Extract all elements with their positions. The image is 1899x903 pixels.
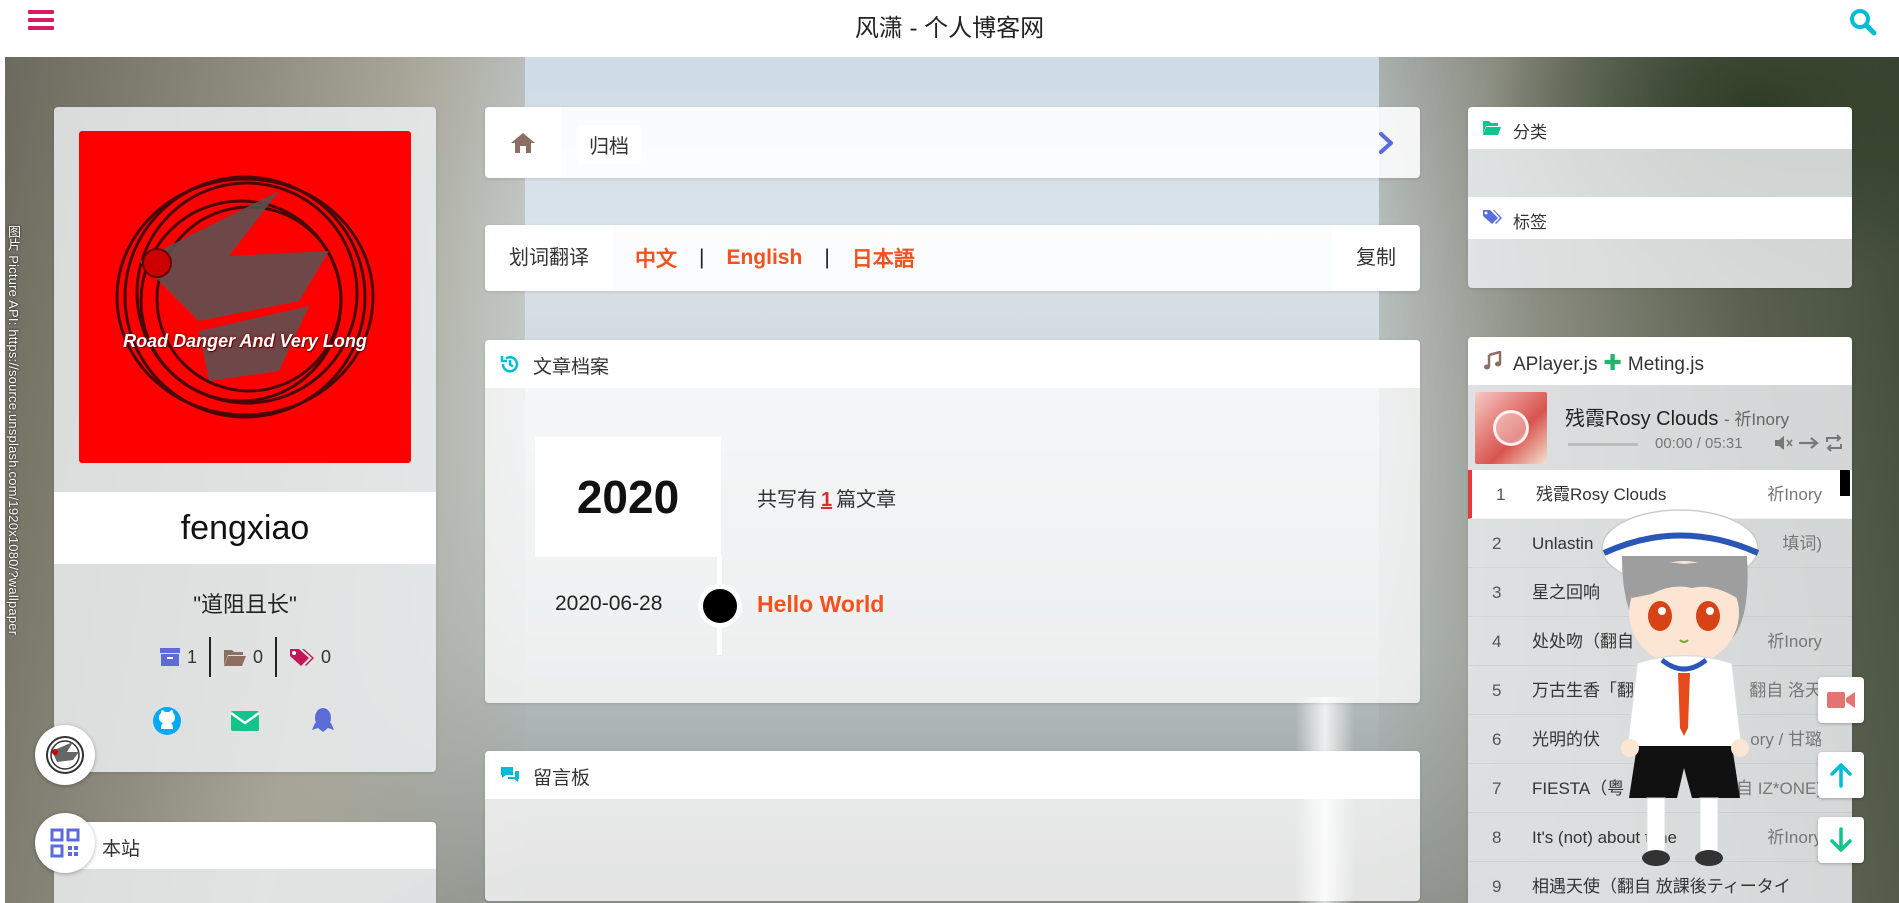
archive-year: 2020 (535, 437, 721, 557)
tags-header[interactable]: 标签 (1468, 197, 1852, 239)
tags-title: 标签 (1513, 213, 1547, 232)
site-title: 风潇 - 个人博客网 (854, 15, 1045, 42)
playlist-item-index: 6 (1492, 730, 1502, 749)
breadcrumb: 归档 (485, 107, 1420, 178)
categories-stat[interactable]: 0 (208, 637, 275, 677)
playlist-item-index: 9 (1492, 877, 1502, 896)
avatar: Road Danger And Very Long (79, 131, 411, 463)
now-playing-title: 残霞Rosy Clouds - 祈Inory (1565, 408, 1790, 430)
email-icon[interactable] (229, 705, 261, 737)
now-playing: 残霞Rosy Clouds - 祈Inory 00:00 / 05:31 (1473, 389, 1852, 466)
categories-header[interactable]: 分类 (1468, 107, 1852, 149)
profile-card: Road Danger And Very Long fengxiao "道阻且长… (54, 107, 436, 772)
categories-title: 分类 (1513, 123, 1547, 142)
site-info-panel: 本站 (54, 822, 436, 903)
qq-icon[interactable] (307, 705, 339, 737)
timeline-dot (698, 584, 742, 628)
scroll-bottom-button[interactable] (1818, 817, 1864, 863)
loop-icon[interactable] (1823, 434, 1845, 452)
post-count: 1 (821, 489, 833, 511)
guestbook-title: 留言板 (533, 768, 591, 789)
lang-japanese[interactable]: 日本語 (852, 243, 915, 273)
video-camera-icon (1827, 692, 1855, 708)
profile-motto: "道阻且长" (193, 592, 297, 617)
tags-icon (290, 649, 314, 666)
translate-label: 划词翻译 (485, 225, 613, 291)
arrow-up-icon (1830, 763, 1852, 788)
folder-open-icon (1483, 121, 1501, 135)
playlist-item-index: 2 (1492, 534, 1502, 553)
qrcode-icon (50, 828, 80, 858)
play-time: 00:00 / 05:31 (1655, 435, 1743, 452)
playlist-item-name: 光明的伏 (1532, 730, 1600, 749)
guestbook-panel: 留言板 (485, 751, 1420, 901)
home-button[interactable] (485, 107, 561, 178)
playlist-item-name: 星之回响 (1532, 583, 1600, 602)
chevron-right-icon[interactable] (1374, 129, 1398, 157)
playlist-item-index: 5 (1492, 681, 1502, 700)
aplayer-label: APlayer.js (1513, 354, 1598, 375)
order-icon[interactable] (1798, 434, 1820, 452)
mascot-character[interactable] (1592, 498, 1782, 873)
play-icon[interactable] (1493, 410, 1529, 446)
qrcode-button[interactable] (35, 813, 95, 873)
archive-year-summary: 共写有 1 篇文章 (757, 489, 897, 511)
site-info-title: 本站 (102, 839, 141, 860)
video-button[interactable] (1818, 677, 1864, 723)
now-playing-artist: - 祈Inory (1723, 410, 1790, 429)
post-title-link[interactable]: Hello World (757, 591, 884, 618)
comments-icon (501, 767, 519, 782)
playlist-item-name: Unlastin (1532, 534, 1594, 553)
folder-open-icon (223, 650, 246, 666)
post-date: 2020-06-28 (555, 592, 663, 615)
scroll-top-button[interactable] (1818, 752, 1864, 798)
avatar-logo-icon (115, 175, 375, 419)
archives-count: 1 (186, 646, 197, 667)
breadcrumb-current: 归档 (577, 125, 641, 164)
profile-stats: 1 0 0 (54, 637, 436, 677)
volume-icon[interactable] (1773, 434, 1795, 452)
github-icon[interactable] (151, 705, 183, 737)
arrow-down-icon (1830, 827, 1852, 852)
playlist-scrollbar[interactable] (1840, 470, 1850, 496)
meting-label: Meting.js (1627, 354, 1704, 375)
search-icon[interactable] (1849, 8, 1877, 36)
album-cover (1475, 392, 1547, 464)
playlist-item-index: 8 (1492, 828, 1502, 847)
picture-credit: 图片 Picture API: https://source.unsplash.… (6, 225, 21, 636)
archives-stat[interactable]: 1 (147, 637, 209, 677)
music-note-icon (1484, 351, 1502, 370)
home-icon (511, 132, 535, 153)
categories-tags-panel: 分类 标签 (1468, 107, 1852, 288)
word-translate-bar: 划词翻译 中文 | English | 日本語 复制 (485, 225, 1420, 291)
logo-icon (46, 736, 84, 774)
archive-panel: 文章档案 2020 共写有 1 篇文章 2020-06-28 Hello World (485, 340, 1420, 703)
tags-count: 0 (321, 646, 332, 667)
playlist-item-index: 3 (1492, 583, 1502, 602)
playlist-item-index: 1 (1496, 485, 1506, 504)
tags-icon (1483, 210, 1502, 224)
lang-english[interactable]: English (726, 246, 802, 270)
progress-bar[interactable] (1568, 443, 1638, 446)
copy-button[interactable]: 复制 (1332, 225, 1420, 291)
social-links (54, 705, 436, 737)
archive-box-icon (159, 648, 180, 666)
history-icon (500, 356, 519, 373)
playlist-item-index: 4 (1492, 632, 1502, 651)
avatar-text: Road Danger And Very Long (123, 331, 367, 351)
playlist-item-index: 7 (1492, 779, 1502, 798)
categories-count: 0 (252, 646, 263, 667)
archive-title: 文章档案 (533, 357, 610, 378)
profile-name: fengxiao (54, 492, 436, 564)
plus-icon: ✚ (1603, 350, 1622, 375)
floating-avatar-button[interactable] (35, 725, 95, 785)
playlist-item-artist: 填词) (1782, 534, 1822, 553)
top-bar: 风潇 - 个人博客网 (0, 0, 1899, 57)
lang-chinese[interactable]: 中文 (635, 243, 677, 273)
tags-stat[interactable]: 0 (275, 637, 343, 677)
translate-languages: 中文 | English | 日本語 (635, 225, 915, 291)
